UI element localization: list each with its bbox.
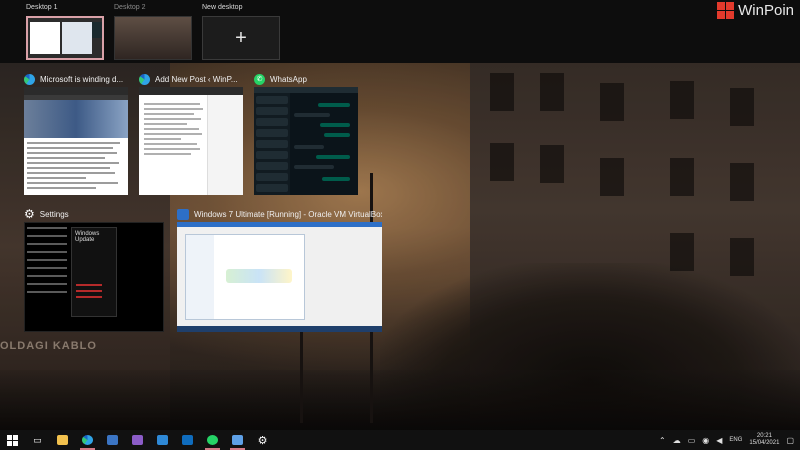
- desktop-1-thumbnail[interactable]: [26, 16, 104, 60]
- window-thumbnail[interactable]: [254, 87, 358, 195]
- clock-date: 15/04/2021: [749, 440, 780, 446]
- window-wp-editor[interactable]: Add New Post ‹ WinP...: [139, 71, 243, 195]
- taskbar-photos[interactable]: [150, 430, 175, 450]
- system-tray: ⌃ ☁ ▭ ◉ ◀ ENG 20:21 15/04/2021 ▢: [659, 430, 800, 450]
- window-title-bar: Microsoft is winding d...: [24, 71, 128, 87]
- taskbar-visual-studio[interactable]: [125, 430, 150, 450]
- window-title-bar: ✆ WhatsApp: [254, 71, 358, 87]
- winpoin-brand: WinPoin: [717, 2, 794, 19]
- edge-icon: [139, 73, 150, 85]
- vbox-vm-icon: [232, 435, 243, 445]
- window-thumbnail[interactable]: [24, 87, 128, 195]
- new-desktop-label: New desktop: [202, 4, 243, 11]
- gear-icon: ⚙: [257, 434, 268, 447]
- volume-icon[interactable]: ◀: [716, 436, 722, 445]
- window-title: Windows 7 Ultimate [Running] - Oracle VM…: [194, 209, 382, 219]
- taskbar-file-explorer[interactable]: [50, 430, 75, 450]
- taskbar-outlook[interactable]: [175, 430, 200, 450]
- clock-time: 20:21: [756, 433, 772, 439]
- window-title: Add New Post ‹ WinP...: [155, 74, 238, 84]
- cloud-icon[interactable]: ☁: [673, 436, 681, 445]
- taskbar-edge[interactable]: [75, 430, 100, 450]
- desktop-2[interactable]: Desktop 2: [114, 4, 192, 60]
- whatsapp-icon: [207, 435, 218, 445]
- clock[interactable]: 20:21 15/04/2021: [749, 433, 779, 447]
- edge-icon: [24, 73, 35, 85]
- window-thumbnail[interactable]: [177, 222, 382, 332]
- folder-icon: [57, 435, 68, 445]
- new-desktop-button[interactable]: +: [202, 16, 280, 60]
- gear-icon: ⚙: [24, 207, 35, 221]
- taskbar-settings[interactable]: ⚙: [250, 430, 275, 450]
- new-desktop[interactable]: New desktop +: [202, 4, 280, 60]
- task-view-icon: ▭: [33, 434, 42, 445]
- window-whatsapp[interactable]: ✆ WhatsApp: [254, 71, 358, 195]
- taskbar-whatsapp[interactable]: [200, 430, 225, 450]
- outlook-icon: [182, 435, 193, 445]
- notification-icon[interactable]: ▢: [786, 436, 794, 445]
- whatsapp-icon: ✆: [254, 73, 265, 85]
- desktop-1-label: Desktop 1: [26, 4, 58, 11]
- wallpaper-sign: OLDAGI KABLO: [0, 340, 97, 352]
- plus-icon: +: [235, 27, 247, 49]
- start-button[interactable]: [0, 430, 25, 450]
- window-title-bar: Add New Post ‹ WinP...: [139, 71, 243, 87]
- virtual-desktop-strip: Desktop 1 Desktop 2 New desktop + WinPoi…: [0, 0, 800, 63]
- window-title: WhatsApp: [270, 74, 307, 84]
- window-title-bar: ⚙ Settings: [24, 206, 164, 222]
- window-thumbnail[interactable]: Windows Update: [24, 222, 164, 332]
- task-view-button[interactable]: ▭: [25, 430, 50, 450]
- desktop-1[interactable]: Desktop 1: [26, 4, 104, 60]
- window-title-bar: Windows 7 Ultimate [Running] - Oracle VM…: [177, 206, 382, 222]
- window-settings[interactable]: ⚙ Settings Windows Update: [24, 206, 164, 332]
- desktop-2-thumbnail[interactable]: [114, 16, 192, 60]
- chevron-up-icon[interactable]: ⌃: [659, 436, 666, 445]
- settings-panel-heading: Windows Update: [75, 231, 100, 243]
- photos-icon: [157, 435, 168, 445]
- window-thumbnail[interactable]: [139, 87, 243, 195]
- visual-studio-icon: [132, 435, 143, 445]
- taskbar-vbox-vm[interactable]: [225, 430, 250, 450]
- language-indicator[interactable]: ENG: [729, 437, 742, 443]
- battery-icon[interactable]: ▭: [688, 436, 696, 445]
- network-icon[interactable]: ◉: [702, 436, 709, 445]
- window-edge-article[interactable]: Microsoft is winding d...: [24, 71, 128, 195]
- winpoin-logo-icon: [717, 2, 735, 19]
- virtualbox-icon: [107, 435, 118, 445]
- brand-name: WinPoin: [738, 2, 794, 19]
- window-virtualbox[interactable]: Windows 7 Ultimate [Running] - Oracle VM…: [177, 206, 382, 332]
- taskbar-virtualbox[interactable]: [100, 430, 125, 450]
- taskbar: ▭ ⚙ ⌃ ☁ ▭ ◉ ◀ ENG 20:21 15/04/2021 ▢: [0, 430, 800, 450]
- virtualbox-icon: [177, 208, 189, 220]
- windows-logo-icon: [7, 434, 18, 446]
- window-title: Settings: [39, 209, 69, 219]
- desktop-2-label: Desktop 2: [114, 4, 146, 11]
- edge-icon: [82, 435, 93, 445]
- window-title: Microsoft is winding d...: [40, 74, 124, 84]
- wallpaper-street: [0, 370, 800, 430]
